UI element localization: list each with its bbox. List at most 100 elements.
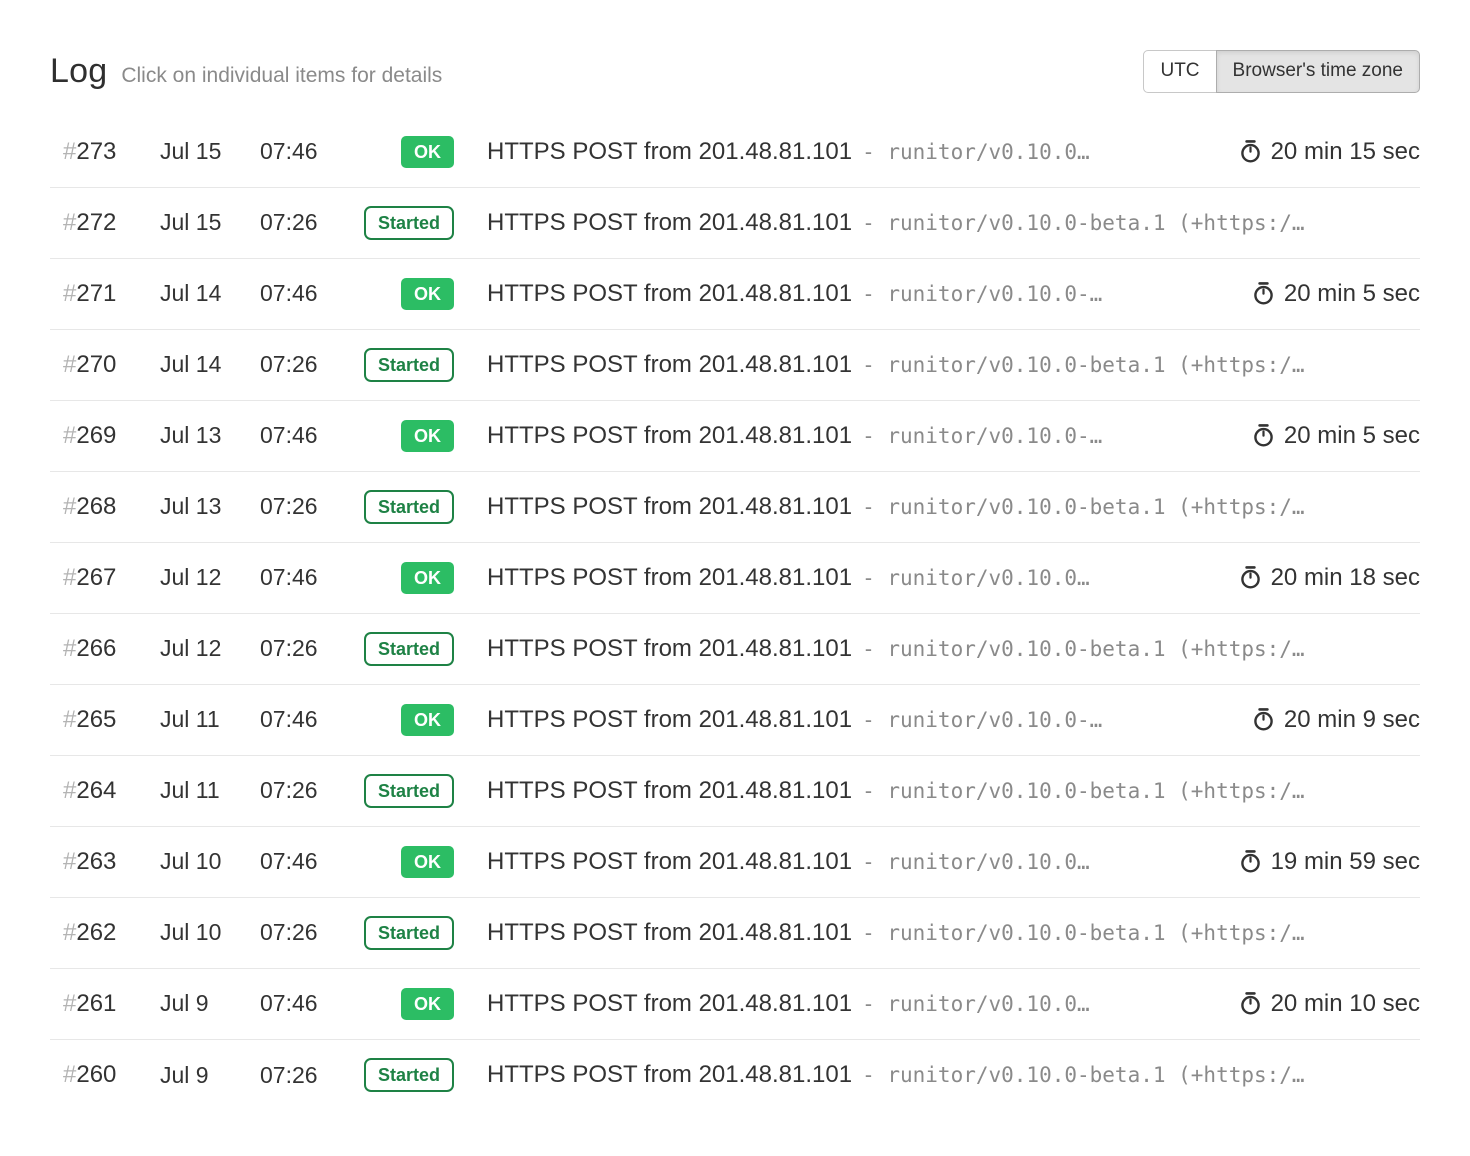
status-badge-cell: Started	[358, 1058, 454, 1092]
user-agent-text: - runitor/v0.10.0-…	[862, 424, 1102, 448]
hash-prefix: #	[63, 351, 76, 378]
event-description: HTTPS POST from 201.48.81.101- runitor/v…	[487, 848, 1221, 876]
status-badge-cell: OK	[358, 562, 454, 594]
status-badge: Started	[364, 348, 454, 382]
event-time: 07:26	[260, 209, 358, 236]
log-row[interactable]: #262 Jul 10 07:26 Started HTTPS POST fro…	[50, 898, 1420, 969]
log-row[interactable]: #268 Jul 13 07:26 Started HTTPS POST fro…	[50, 472, 1420, 543]
log-row[interactable]: #263 Jul 10 07:46 OK HTTPS POST from 201…	[50, 827, 1420, 898]
log-row[interactable]: #260 Jul 9 07:26 Started HTTPS POST from…	[50, 1040, 1420, 1111]
utc-button[interactable]: UTC	[1143, 50, 1216, 93]
log-row[interactable]: #270 Jul 14 07:26 Started HTTPS POST fro…	[50, 330, 1420, 401]
event-text: HTTPS POST from 201.48.81.101	[487, 706, 852, 733]
event-date: Jul 13	[160, 422, 260, 449]
event-time: 07:46	[260, 422, 358, 449]
event-date: Jul 10	[160, 919, 260, 946]
event-description: HTTPS POST from 201.48.81.101- runitor/v…	[487, 1061, 1420, 1089]
log-row[interactable]: #272 Jul 15 07:26 Started HTTPS POST fro…	[50, 188, 1420, 259]
event-text: HTTPS POST from 201.48.81.101	[487, 777, 852, 804]
hash-prefix: #	[63, 493, 76, 520]
log-row[interactable]: #264 Jul 11 07:26 Started HTTPS POST fro…	[50, 756, 1420, 827]
event-number-value: 262	[76, 919, 116, 946]
event-time: 07:46	[260, 990, 358, 1017]
event-time: 07:26	[260, 777, 358, 804]
event-time: 07:26	[260, 635, 358, 662]
hash-prefix: #	[63, 990, 76, 1017]
status-badge: Started	[364, 1058, 454, 1092]
event-text: HTTPS POST from 201.48.81.101	[487, 919, 852, 946]
event-date: Jul 10	[160, 848, 260, 875]
event-number-value: 264	[76, 777, 116, 804]
event-description: HTTPS POST from 201.48.81.101- runitor/v…	[487, 351, 1420, 379]
duration-text: 19 min 59 sec	[1271, 848, 1420, 876]
status-badge: OK	[401, 136, 454, 168]
duration-text: 20 min 10 sec	[1271, 990, 1420, 1018]
status-badge-cell: Started	[358, 632, 454, 666]
status-badge: Started	[364, 206, 454, 240]
log-row[interactable]: #267 Jul 12 07:46 OK HTTPS POST from 201…	[50, 543, 1420, 614]
stopwatch-icon	[1252, 281, 1275, 306]
log-row[interactable]: #271 Jul 14 07:46 OK HTTPS POST from 201…	[50, 259, 1420, 330]
event-duration: 20 min 18 sec	[1239, 564, 1420, 592]
event-date: Jul 14	[160, 351, 260, 378]
log-row[interactable]: #266 Jul 12 07:26 Started HTTPS POST fro…	[50, 614, 1420, 685]
status-badge-cell: OK	[358, 136, 454, 168]
status-badge: OK	[401, 988, 454, 1020]
user-agent-text: - runitor/v0.10.0…	[862, 992, 1090, 1016]
duration-text: 20 min 15 sec	[1271, 138, 1420, 166]
user-agent-text: - runitor/v0.10.0-beta.1 (+https:/…	[862, 921, 1305, 945]
event-number: #273	[63, 138, 160, 166]
stopwatch-icon	[1239, 139, 1262, 164]
timezone-toggle-group: UTC Browser's time zone	[1143, 50, 1420, 93]
hash-prefix: #	[63, 706, 76, 733]
log-page: Log Click on individual items for detail…	[0, 0, 1470, 1111]
user-agent-text: - runitor/v0.10.0-beta.1 (+https:/…	[862, 779, 1305, 803]
status-badge: Started	[364, 774, 454, 808]
event-number-value: 273	[76, 138, 116, 165]
event-duration: 19 min 59 sec	[1239, 848, 1420, 876]
duration-text: 20 min 18 sec	[1271, 564, 1420, 592]
event-number-value: 265	[76, 706, 116, 733]
event-number-value: 268	[76, 493, 116, 520]
event-description: HTTPS POST from 201.48.81.101- runitor/v…	[487, 209, 1420, 237]
status-badge-cell: Started	[358, 916, 454, 950]
event-time: 07:46	[260, 138, 358, 165]
event-number-value: 269	[76, 422, 116, 449]
event-time: 07:46	[260, 280, 358, 307]
log-row[interactable]: #273 Jul 15 07:46 OK HTTPS POST from 201…	[50, 117, 1420, 188]
log-row[interactable]: #261 Jul 9 07:46 OK HTTPS POST from 201.…	[50, 969, 1420, 1040]
event-description: HTTPS POST from 201.48.81.101- runitor/v…	[487, 280, 1234, 308]
hash-prefix: #	[63, 848, 76, 875]
log-row[interactable]: #265 Jul 11 07:46 OK HTTPS POST from 201…	[50, 685, 1420, 756]
log-row[interactable]: #269 Jul 13 07:46 OK HTTPS POST from 201…	[50, 401, 1420, 472]
user-agent-text: - runitor/v0.10.0-beta.1 (+https:/…	[862, 495, 1305, 519]
log-table: #273 Jul 15 07:46 OK HTTPS POST from 201…	[50, 117, 1420, 1111]
event-date: Jul 15	[160, 209, 260, 236]
hash-prefix: #	[63, 280, 76, 307]
event-text: HTTPS POST from 201.48.81.101	[487, 564, 852, 591]
event-description: HTTPS POST from 201.48.81.101- runitor/v…	[487, 138, 1221, 166]
event-number-value: 270	[76, 351, 116, 378]
browsers-timezone-button[interactable]: Browser's time zone	[1216, 50, 1420, 93]
event-description: HTTPS POST from 201.48.81.101 - runitor/v…	[487, 919, 1420, 947]
status-badge: Started	[364, 632, 454, 666]
event-number: #269	[63, 422, 160, 450]
event-date: Jul 11	[160, 706, 260, 733]
event-description: HTTPS POST from 201.48.81.101- runitor/v…	[487, 422, 1234, 450]
hash-prefix: #	[63, 1061, 76, 1088]
event-number: #264	[63, 777, 160, 805]
page-header: Log Click on individual items for detail…	[50, 50, 1420, 93]
event-number: #268	[63, 493, 160, 521]
event-number: #266	[63, 635, 160, 663]
duration-text: 20 min 5 sec	[1284, 422, 1420, 450]
event-text: HTTPS POST from 201.48.81.101	[487, 493, 852, 520]
status-badge-cell: Started	[358, 490, 454, 524]
event-date: Jul 9	[160, 1062, 260, 1089]
status-badge: OK	[401, 704, 454, 736]
event-date: Jul 15	[160, 138, 260, 165]
status-badge: Started	[364, 916, 454, 950]
hash-prefix: #	[63, 919, 76, 946]
event-duration: 20 min 15 sec	[1239, 138, 1420, 166]
event-description: HTTPS POST from 201.48.81.101- runitor/v…	[487, 564, 1221, 592]
event-time: 07:26	[260, 351, 358, 378]
